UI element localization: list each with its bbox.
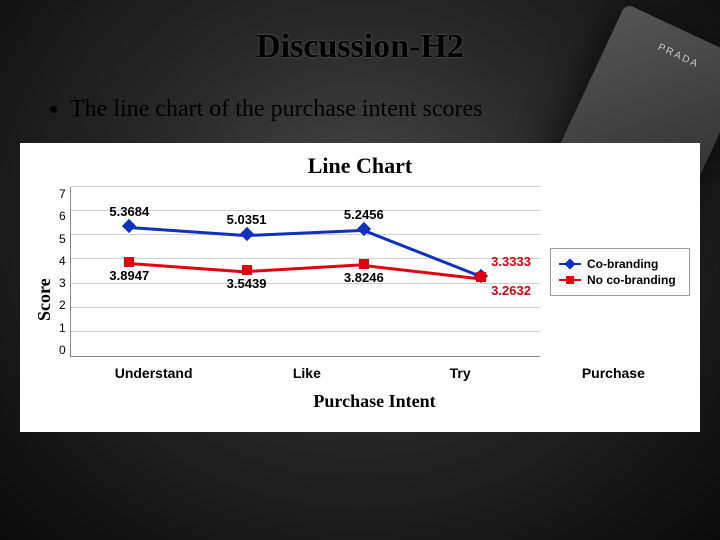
x-tick: Understand	[77, 365, 230, 381]
square-marker-icon	[359, 259, 369, 269]
y-axis-label: Score	[30, 187, 59, 412]
legend-item: Co-branding	[559, 257, 681, 271]
data-label: 3.8246	[344, 270, 384, 285]
square-marker-icon	[242, 265, 252, 275]
end-data-label: 3.2632	[491, 283, 531, 298]
y-tick: 7	[59, 187, 66, 201]
x-tick: Like	[230, 365, 383, 381]
legend-marker-diamond-icon	[559, 263, 581, 265]
y-tick: 0	[59, 343, 66, 357]
data-label: 3.8947	[109, 268, 149, 283]
bullet-item: The line chart of the purchase intent sc…	[70, 96, 680, 123]
legend-label: Co-branding	[587, 257, 658, 271]
chart-container: Line Chart Score 01234567 5.36845.03515.…	[20, 143, 700, 432]
y-ticks: 0 1 2 3 4 5 6 7	[59, 187, 70, 357]
diamond-marker-icon	[239, 227, 253, 241]
gridline	[71, 258, 540, 259]
end-data-label: 3.3333	[491, 254, 531, 269]
data-label: 3.5439	[227, 276, 267, 291]
bullet-list: The line chart of the purchase intent sc…	[0, 66, 720, 123]
legend-item: No co-branding	[559, 273, 681, 287]
y-tick: 1	[59, 321, 66, 335]
y-tick: 4	[59, 254, 66, 268]
square-marker-icon	[476, 272, 486, 282]
square-marker-icon	[124, 257, 134, 267]
data-label: 5.3684	[109, 204, 149, 219]
x-tick: Purchase	[537, 365, 690, 381]
y-tick: 5	[59, 232, 66, 246]
data-label: 5.2456	[344, 207, 384, 222]
legend-marker-square-icon	[559, 279, 581, 281]
series-segment	[247, 229, 364, 237]
gridline	[71, 234, 540, 235]
plot-area: 5.3684 5.0351 5.2456 3.8947 3.5439 3.8246 3.33…	[70, 187, 540, 357]
series-segment	[129, 226, 246, 237]
gridline	[71, 331, 540, 332]
chart-title: Line Chart	[30, 153, 690, 179]
data-label: 5.0351	[227, 212, 267, 227]
x-ticks: UnderstandLikeTryPurchase	[77, 365, 690, 381]
y-tick: 2	[59, 298, 66, 312]
diamond-marker-icon	[122, 219, 136, 233]
x-axis-label: Purchase Intent	[59, 391, 690, 412]
gridline	[71, 186, 540, 187]
x-tick: Try	[384, 365, 537, 381]
legend-label: No co-branding	[587, 273, 676, 287]
legend: Co-branding No co-branding	[550, 248, 690, 296]
gridline	[71, 307, 540, 308]
slide-title: Discussion-H2	[0, 0, 720, 66]
y-tick: 3	[59, 276, 66, 290]
y-tick: 6	[59, 209, 66, 223]
